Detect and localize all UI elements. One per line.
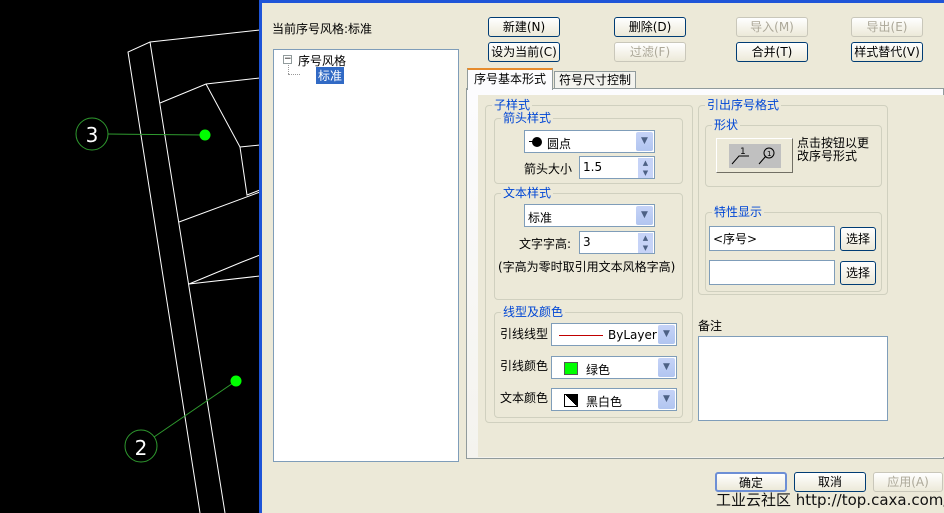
delete-button[interactable]: 删除(D) (614, 17, 686, 37)
select-button-1[interactable]: 选择 (840, 227, 876, 251)
collapse-icon[interactable]: − (283, 55, 292, 64)
textcolor-label: 文本颜色 (500, 391, 549, 405)
cad-drawing-canvas[interactable]: 3 2 (0, 0, 260, 513)
linecolor-select[interactable]: 绿色 ▼ (551, 356, 677, 379)
style-tree[interactable]: − 序号风格 标准 (273, 49, 459, 462)
svg-text:1: 1 (740, 147, 746, 157)
group-title: 形状 (712, 118, 741, 132)
line-sample-icon (559, 335, 603, 336)
merge-button[interactable]: 合并(T) (736, 42, 808, 62)
spinner-value: 3 (583, 235, 591, 249)
export-button[interactable]: 导出(E) (851, 17, 923, 37)
selected-value: 标准 (528, 211, 553, 225)
balloon-shape-icon: 1 1 (729, 144, 781, 168)
dot-arrow-icon (529, 137, 542, 147)
balloon-number: 2 (135, 436, 148, 460)
remark-label: 备注 (698, 319, 723, 333)
watermark: 工业云社区 http://top.caxa.com/ (716, 491, 944, 509)
property-field-1[interactable]: <序号> (709, 226, 835, 251)
tree-item-standard[interactable]: 标准 (316, 67, 345, 84)
chevron-down-icon[interactable]: ▼ (658, 390, 675, 409)
spin-up-icon[interactable]: ▲ (638, 158, 653, 168)
color-swatch-icon (564, 362, 578, 375)
select-button-2[interactable]: 选择 (840, 261, 876, 285)
group-title: 线型及颜色 (501, 305, 566, 319)
tab-size-control[interactable]: 符号尺寸控制 (554, 71, 636, 89)
chevron-down-icon[interactable]: ▼ (658, 358, 675, 377)
import-button[interactable]: 导入(M) (736, 17, 808, 37)
textcolor-select[interactable]: 黑白色 ▼ (551, 388, 677, 411)
linetype-select[interactable]: ByLayer ▼ (551, 323, 677, 346)
group-title: 特性显示 (712, 205, 765, 219)
selected-value: 黑白色 (586, 395, 623, 409)
chevron-down-icon[interactable]: ▼ (636, 206, 653, 225)
selected-value: 圆点 (547, 137, 572, 151)
current-style-label: 当前序号风格:标准 (272, 22, 373, 36)
svg-text:1: 1 (767, 150, 771, 158)
shape-hint: 点击按钮以更改序号形式 (797, 136, 870, 163)
linecolor-label: 引线颜色 (500, 359, 549, 373)
arrow-size-spinner[interactable]: 1.5 ▲ ▼ (579, 156, 655, 179)
text-height-spinner[interactable]: 3 ▲ ▼ (579, 231, 655, 254)
arrow-size-label: 箭头大小 (524, 162, 573, 176)
group-title: 子样式 (492, 98, 533, 112)
new-button[interactable]: 新建(N) (488, 17, 560, 37)
spin-down-icon[interactable]: ▼ (638, 243, 653, 253)
linetype-label: 引线线型 (500, 327, 549, 341)
color-swatch-icon (564, 394, 578, 407)
spinner-value: 1.5 (583, 160, 603, 174)
balloon-2[interactable]: 2 (124, 375, 242, 463)
balloon-number: 3 (86, 123, 99, 147)
group-title: 引出序号格式 (705, 98, 782, 112)
group-title: 文本样式 (501, 186, 554, 200)
spin-down-icon[interactable]: ▼ (638, 168, 653, 178)
filter-button[interactable]: 过滤(F) (614, 42, 686, 62)
shape-button[interactable]: 1 1 (716, 138, 793, 173)
selected-value: 绿色 (586, 363, 611, 377)
text-height-note: (字高为零时取引用文本风格字高) (498, 260, 676, 274)
style-replace-button[interactable]: 样式替代(V) (851, 42, 923, 62)
chevron-down-icon[interactable]: ▼ (658, 325, 675, 344)
text-style-select[interactable]: 标准 ▼ (524, 204, 655, 227)
property-field-2[interactable] (709, 260, 835, 285)
tab-basic-form[interactable]: 序号基本形式 (467, 68, 553, 90)
balloon-3[interactable]: 3 (75, 117, 211, 151)
spin-up-icon[interactable]: ▲ (638, 233, 653, 243)
selected-value: ByLayer (608, 328, 657, 342)
chevron-down-icon[interactable]: ▼ (636, 132, 653, 151)
group-title: 箭头样式 (501, 111, 554, 125)
remark-textarea[interactable] (698, 336, 888, 421)
arrow-style-select[interactable]: 圆点 ▼ (524, 130, 655, 153)
text-height-label: 文字字高: (519, 237, 572, 251)
set-current-button[interactable]: 设为当前(C) (488, 42, 560, 62)
